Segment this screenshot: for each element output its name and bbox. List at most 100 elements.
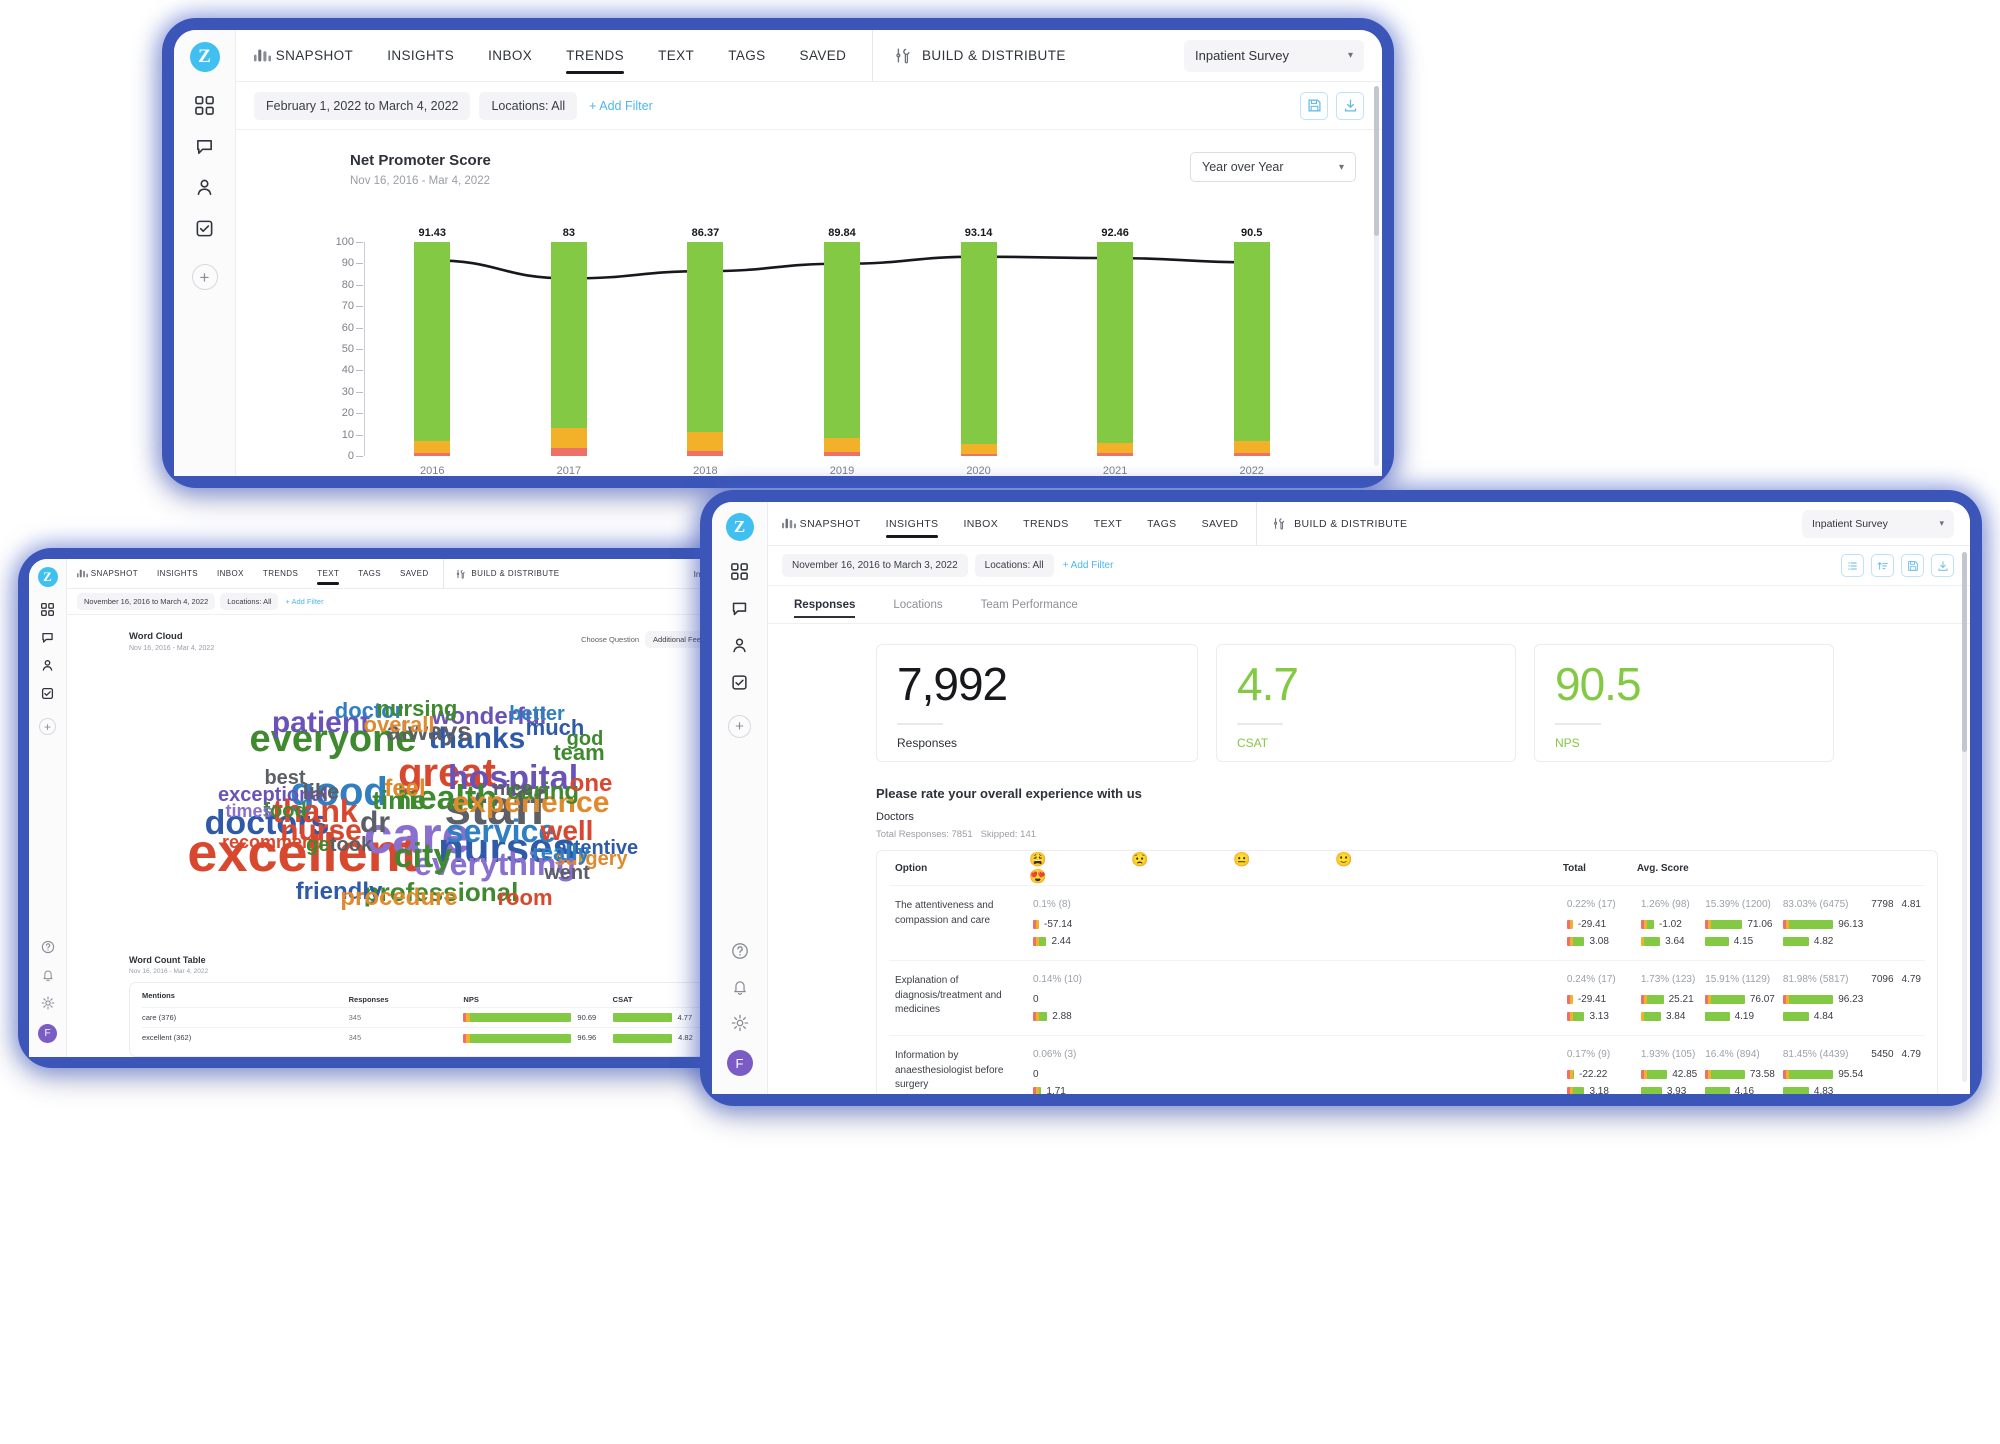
nav-item-inbox[interactable]: INBOX xyxy=(217,569,244,578)
table-row[interactable]: Information by anaesthesiologist before … xyxy=(889,1035,1925,1094)
add-filter-button[interactable]: + Add Filter xyxy=(285,597,323,606)
nav-item-snapshot[interactable]: SNAPSHOT xyxy=(77,569,138,578)
nav-item-snapshot[interactable]: SNAPSHOT xyxy=(782,518,861,530)
word-cloud-word[interactable]: team xyxy=(553,742,604,764)
download-report-button[interactable] xyxy=(1931,554,1954,577)
add-filter-button[interactable]: + Add Filter xyxy=(589,99,653,113)
chat-bubble-icon[interactable] xyxy=(41,631,54,644)
survey-selector[interactable]: Inpatient Survey ▾ xyxy=(1184,39,1364,72)
nav-item-snapshot[interactable]: SNAPSHOT xyxy=(254,48,353,63)
word-cloud-word[interactable]: like xyxy=(303,781,340,803)
word-cloud-word[interactable]: city xyxy=(394,839,453,873)
help-icon[interactable] xyxy=(41,940,55,954)
nav-item-text[interactable]: TEXT xyxy=(1094,518,1122,530)
dashboard-grid-icon[interactable] xyxy=(41,603,54,616)
date-range-filter[interactable]: February 1, 2022 to March 4, 2022 xyxy=(254,91,471,120)
word-cloud-word[interactable]: procedure xyxy=(340,885,457,910)
word-cloud-word[interactable]: room xyxy=(498,886,553,909)
add-button[interactable]: + xyxy=(39,718,56,735)
nav-item-trends[interactable]: TRENDS xyxy=(1023,518,1069,530)
table-row[interactable]: excellent (362) 345 96.96 4.82 xyxy=(142,1027,716,1048)
task-check-icon[interactable] xyxy=(731,674,748,691)
date-range-filter[interactable]: November 16, 2016 to March 4, 2022 xyxy=(77,593,216,610)
subtab-responses[interactable]: Responses xyxy=(794,599,856,618)
nav-item-build-distribute[interactable]: BUILD & DISTRIBUTE xyxy=(895,47,1065,64)
sort-button[interactable] xyxy=(1871,554,1894,577)
help-icon[interactable] xyxy=(731,942,749,960)
nav-item-inbox[interactable]: INBOX xyxy=(488,48,532,63)
person-icon[interactable] xyxy=(731,637,748,654)
nav-item-insights[interactable]: INSIGHTS xyxy=(387,48,454,63)
download-report-button[interactable] xyxy=(1336,91,1364,120)
nav-item-trends[interactable]: TRENDS xyxy=(566,48,624,75)
locations-filter[interactable]: Locations: All xyxy=(479,91,578,120)
chat-bubble-icon[interactable] xyxy=(731,600,748,617)
notifications-bell-icon[interactable] xyxy=(41,968,55,982)
chart-bar[interactable] xyxy=(960,242,997,456)
grouping-selector[interactable]: Year over Year ▾ xyxy=(1190,152,1356,182)
add-button[interactable]: + xyxy=(191,264,218,290)
save-report-button[interactable] xyxy=(1300,91,1328,120)
nav-item-text[interactable]: TEXT xyxy=(658,48,694,63)
nav-item-insights[interactable]: INSIGHTS xyxy=(885,518,939,539)
word-cloud-word[interactable]: feel xyxy=(384,777,425,801)
table-row[interactable]: The attentiveness and compassion and car… xyxy=(889,885,1925,961)
word-cloud-word[interactable]: nursing xyxy=(377,697,458,720)
task-check-icon[interactable] xyxy=(41,687,54,700)
dashboard-grid-icon[interactable] xyxy=(731,563,748,580)
insights-scrollbar-thumb[interactable] xyxy=(1962,552,1967,752)
table-row[interactable]: care (376) 345 90.69 4.77 xyxy=(142,1007,716,1028)
app-logo[interactable]: Z xyxy=(37,567,58,587)
nav-item-saved[interactable]: SAVED xyxy=(400,569,429,578)
insights-scrollbar-track[interactable] xyxy=(1962,552,1967,1082)
avatar[interactable]: F xyxy=(38,1024,57,1043)
chart-bar[interactable] xyxy=(687,242,724,456)
nav-item-insights[interactable]: INSIGHTS xyxy=(157,569,198,578)
survey-selector[interactable]: Inpatient Survey ▾ xyxy=(1802,509,1954,538)
avatar[interactable]: F xyxy=(726,1050,753,1076)
word-cloud-word[interactable]: went xyxy=(544,863,590,883)
person-icon[interactable] xyxy=(195,178,214,197)
save-report-button[interactable] xyxy=(1901,554,1924,577)
trends-scrollbar-track[interactable] xyxy=(1374,86,1379,466)
app-logo[interactable]: Z xyxy=(725,513,754,541)
nav-item-saved[interactable]: SAVED xyxy=(800,48,847,63)
nav-item-tags[interactable]: TAGS xyxy=(728,48,765,63)
locations-filter[interactable]: Locations: All xyxy=(220,593,279,610)
add-button[interactable]: + xyxy=(728,715,751,738)
list-view-button[interactable] xyxy=(1841,554,1864,577)
chat-bubble-icon[interactable] xyxy=(195,137,214,156)
nav-item-build-distribute[interactable]: BUILD & DISTRIBUTE xyxy=(456,569,560,579)
nav-item-trends[interactable]: TRENDS xyxy=(263,569,298,578)
chart-bar[interactable] xyxy=(414,242,451,456)
word-cloud-word[interactable]: one xyxy=(570,771,613,796)
word-cloud-word[interactable]: times xyxy=(225,802,272,820)
nav-item-tags[interactable]: TAGS xyxy=(1147,518,1176,530)
subtab-team-performance[interactable]: Team Performance xyxy=(981,599,1078,611)
subtab-locations[interactable]: Locations xyxy=(893,599,942,611)
nav-item-build-distribute[interactable]: BUILD & DISTRIBUTE xyxy=(1273,517,1407,530)
nav-item-saved[interactable]: SAVED xyxy=(1202,518,1239,530)
chart-bar[interactable] xyxy=(1233,242,1270,456)
nav-item-tags[interactable]: TAGS xyxy=(358,569,381,578)
dashboard-grid-icon[interactable] xyxy=(195,96,214,115)
date-range-filter[interactable]: November 16, 2016 to March 3, 2022 xyxy=(782,554,968,577)
app-logo[interactable]: Z xyxy=(189,42,220,72)
locations-filter[interactable]: Locations: All xyxy=(974,554,1054,577)
task-check-icon[interactable] xyxy=(195,219,214,238)
table-row[interactable]: Explanation of diagnosis/treatment and m… xyxy=(889,960,1925,1036)
chart-bar[interactable] xyxy=(1097,242,1134,456)
nav-item-text[interactable]: TEXT xyxy=(317,569,340,585)
add-filter-button[interactable]: + Add Filter xyxy=(1063,560,1114,571)
notifications-bell-icon[interactable] xyxy=(731,978,749,996)
chart-bar[interactable] xyxy=(824,242,860,456)
trends-scrollbar-thumb[interactable] xyxy=(1374,86,1379,236)
word-cloud-word[interactable]: nice xyxy=(493,779,533,799)
person-icon[interactable] xyxy=(41,659,54,672)
nav-item-inbox[interactable]: INBOX xyxy=(963,518,998,530)
gear-icon[interactable] xyxy=(731,1014,749,1032)
word-cloud-word[interactable]: best xyxy=(264,768,305,788)
gear-icon[interactable] xyxy=(41,996,55,1010)
word-cloud-word[interactable]: took xyxy=(330,835,372,855)
chart-bar[interactable] xyxy=(550,242,587,456)
